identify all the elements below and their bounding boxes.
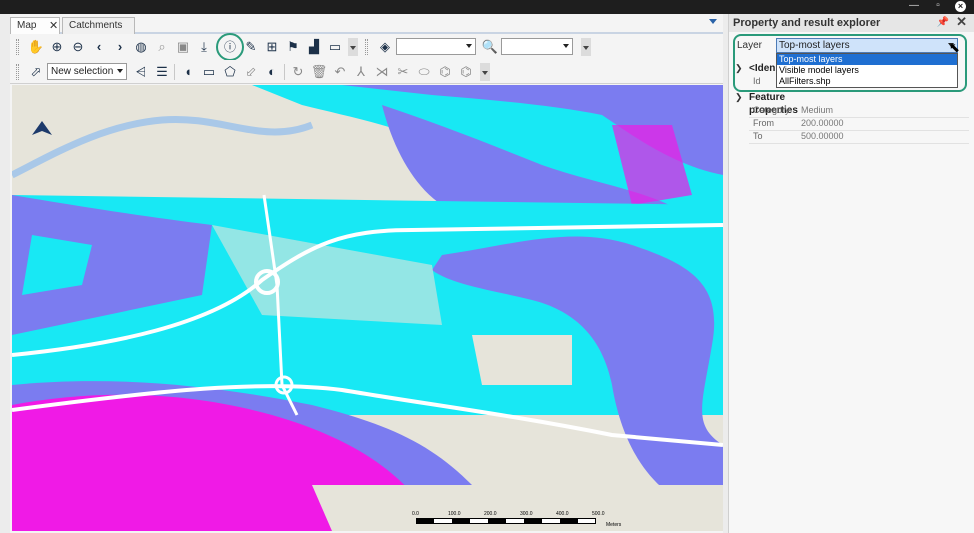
zoom-layer-icon[interactable]: ▣ [173,37,193,57]
select-arrow-icon[interactable]: ⬀ [26,62,46,82]
scale-label: 500.0 [592,511,605,517]
measure-ruler-icon[interactable]: ▭ [325,37,345,57]
tab-label: Catchments [69,20,123,31]
combo-value: New selection [51,66,114,77]
merge-icon[interactable]: ⋊ [372,62,392,82]
flood-map-svg: 0.0 100.0 200.0 300.0 400.0 500.0Meters [12,85,723,531]
undo-icon[interactable]: ↶ [330,62,350,82]
selection-mode-combo[interactable]: New selection [47,63,127,80]
map-document-pane: Map ✕ Catchments ✋ ⊕ ⊖ ‹ › ◍ ⌕ ▣ ⤓ ⓘ ✎ ⊞… [10,14,723,533]
property-value: 200.00000 [801,118,844,128]
toolbar-overflow-button[interactable] [480,63,490,81]
maximize-icon[interactable]: ▫ [928,0,948,14]
layers-icon[interactable]: ◈ [375,37,395,57]
scale-label: 200.0 [484,511,497,517]
window-titlebar: — ▫ × [0,0,974,14]
identify-highlight-circle [216,33,244,61]
property-key: Category [753,105,790,115]
selection-toolbar: ⬀ New selection ⩤ ☰ ◖ ▭ ⬠ ⬃ ◐ ↻ 🗑 ↶ ⅄ ⋊ … [10,60,723,84]
panel-header: Property and result explorer 📌 ✕ [729,14,974,32]
property-explorer-pane: Property and result explorer 📌 ✕ ❯ <Iden… [728,14,974,533]
scale-label: 100.0 [448,511,461,517]
flag-icon[interactable]: ⚑ [283,37,303,57]
list-icon[interactable]: ☰ [152,62,172,82]
minimize-icon[interactable]: — [904,0,924,14]
tab-label: Map [17,20,37,31]
toolbar-overflow-button[interactable] [348,38,358,56]
document-tabs: Map ✕ Catchments [10,16,723,34]
search-combo[interactable] [501,38,573,55]
grid-globe-icon[interactable]: ⊞ [262,37,282,57]
toolbar-grip[interactable] [365,39,368,55]
zoom-to-selection-icon[interactable]: ⌕ [152,37,172,57]
toggle-icon[interactable]: ⬭ [414,62,434,82]
mouse-cursor-icon: ⬉ [949,40,960,55]
pan-hand-icon[interactable]: ✋ [26,37,46,57]
forward-icon[interactable]: › [110,37,130,57]
pin-icon[interactable]: 📌 [937,14,949,32]
chart-icon[interactable]: ▟ [304,37,324,57]
toolbar-overflow-button[interactable] [581,38,591,56]
vertex-icon[interactable]: ⌬ [435,62,455,82]
close-icon[interactable]: ✕ [49,18,58,34]
scale-label: 300.0 [520,511,533,517]
back-icon[interactable]: ‹ [89,37,109,57]
edit-attributes-icon[interactable]: ✎ [241,37,261,57]
toolbar-grip[interactable] [16,64,19,80]
tab-dropdown-icon[interactable] [709,19,717,24]
close-icon[interactable]: ✕ [956,13,967,31]
tab-map[interactable]: Map ✕ [10,17,60,34]
tab-catchments[interactable]: Catchments [62,17,135,34]
zoom-out-icon[interactable]: ⊖ [68,37,88,57]
contrast-icon[interactable]: ◐ [262,62,282,82]
chevron-down-icon[interactable]: ❯ [735,91,743,104]
delete-icon[interactable]: 🗑 [309,62,329,82]
rectangle-select-icon[interactable]: ▭ [199,62,219,82]
mouse-icon[interactable]: ◖ [178,62,198,82]
polygon-select-icon[interactable]: ⬠ [220,62,240,82]
map-navigation-toolbar: ✋ ⊕ ⊖ ‹ › ◍ ⌕ ▣ ⤓ ⓘ ✎ ⊞ ⚑ ▟ ▭ ◈ 🔍 [10,33,723,61]
search-icon[interactable]: 🔍 [480,37,500,57]
scale-unit-label: Meters [606,522,622,528]
scale-label: 400.0 [556,511,569,517]
close-icon[interactable]: × [955,1,966,12]
node-icon[interactable]: ⌬ [456,62,476,82]
cut-icon[interactable]: ✂ [393,62,413,82]
toolbar-grip[interactable] [16,39,19,55]
property-key: From [753,118,774,128]
map-canvas[interactable]: 0.0 100.0 200.0 300.0 400.0 500.0 Meters [12,85,723,531]
scale-label: 0.0 [412,511,419,517]
clear-select-icon[interactable]: ⬃ [241,62,261,82]
layer-highlight-box [733,34,967,92]
split-icon[interactable]: ⅄ [351,62,371,82]
layer-select-combo[interactable] [396,38,476,55]
property-value: Medium [801,105,834,115]
zoom-in-icon[interactable]: ⊕ [47,37,67,57]
clear-selection-icon[interactable]: ⤓ [194,37,214,57]
rotate-icon[interactable]: ↻ [288,62,308,82]
property-key: To [753,131,763,141]
filter-select-icon[interactable]: ⩤ [131,62,151,82]
globe-icon[interactable]: ◍ [131,37,151,57]
panel-title: Property and result explorer [733,17,881,29]
scale-bar [416,518,596,524]
property-value: 500.00000 [801,131,844,141]
